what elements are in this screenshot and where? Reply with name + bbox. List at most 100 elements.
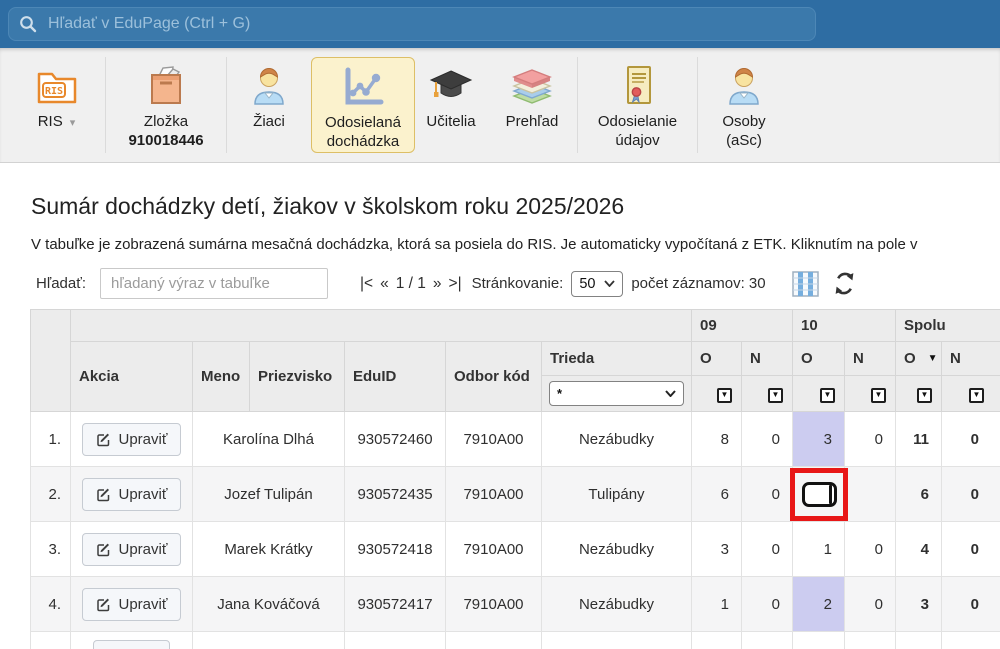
cell-name[interactable]: Karolína Dlhá [193, 412, 345, 467]
edit-button[interactable]: Upraviť [82, 533, 182, 566]
filter-cell-spolu-n: ▼ [942, 376, 1000, 412]
column-header-spolu-o[interactable]: O▼ [896, 342, 942, 376]
table-search-input[interactable] [100, 268, 328, 299]
edit-button[interactable]: Upraviť [82, 423, 182, 456]
table-row: 4. Upraviť Jana Kováčová 930572417 7910A… [31, 577, 1000, 632]
toolbar-label-odosielanie: Odosielanie [598, 113, 677, 130]
cell-10-n[interactable] [845, 467, 896, 522]
table-row-partial: Upraviť [31, 632, 1000, 649]
cell-eduid: 930572460 [345, 412, 446, 467]
toolbar-item-odosielanie-udajov[interactable]: Odosielanie údajov [578, 57, 697, 153]
trieda-filter-cell: * [542, 376, 692, 412]
edit-button[interactable]: Upraviť [93, 640, 170, 649]
column-header-09-o[interactable]: O [692, 342, 742, 376]
column-header-10-o[interactable]: O [793, 342, 845, 376]
filter-dropdown-icon[interactable]: ▼ [717, 388, 732, 403]
edit-button[interactable]: Upraviť [82, 588, 182, 621]
edit-icon [96, 432, 111, 447]
pager-first-button[interactable]: |< [360, 275, 373, 293]
pager-prev-button[interactable]: « [380, 275, 389, 293]
column-header-10-n[interactable]: N [845, 342, 896, 376]
column-header-09-n[interactable]: N [742, 342, 793, 376]
cell-name[interactable]: Jozef Tulipán [193, 467, 345, 522]
annotation-highlight-box [790, 468, 848, 521]
cell-spolu-o: 6 [896, 467, 942, 522]
toolbar-item-ris[interactable]: RIS RIS▾ [8, 57, 105, 153]
toolbar-item-zlozka[interactable]: Zložka 910018446 [106, 57, 226, 153]
cell-10-o[interactable]: 3 [793, 412, 845, 467]
cell-odbor: 7910A00 [446, 522, 542, 577]
filter-dropdown-icon[interactable]: ▼ [969, 388, 984, 403]
pager-next-button[interactable]: » [433, 275, 442, 293]
cell-trieda: Nezábudky [542, 577, 692, 632]
toolbar-item-ziaci[interactable]: Žiaci [227, 57, 311, 153]
toolbar: RIS RIS▾ Zložka 910018446 [0, 48, 1000, 163]
cell-trieda: Tulipány [542, 467, 692, 522]
empty-input-widget[interactable] [802, 482, 837, 507]
cell-10-o[interactable]: 2 [793, 577, 845, 632]
column-header-priezvisko: Priezvisko [250, 342, 345, 412]
toolbar-label-zlozka-id: 910018446 [128, 132, 203, 149]
cell-09-n[interactable]: 0 [742, 412, 793, 467]
cell-trieda: Nezábudky [542, 522, 692, 577]
student-person-icon [252, 60, 286, 112]
svg-text:RIS: RIS [44, 86, 62, 97]
toolbar-item-osoby-asc[interactable]: Osoby (aSc) [698, 57, 790, 153]
sort-desc-icon: ▼ [928, 353, 938, 364]
column-header-trieda: Trieda [542, 342, 692, 376]
cell-name[interactable]: Marek Krátky [193, 522, 345, 577]
column-header-akcia: Akcia [71, 342, 193, 412]
toolbar-label-osoby: Osoby [722, 113, 765, 130]
global-search[interactable] [8, 7, 816, 41]
toolbar-item-odosielana-dochadzka[interactable]: Odosielaná dochádzka [311, 57, 415, 153]
toolbar-label-asc: (aSc) [726, 132, 762, 149]
cell-eduid: 930572435 [345, 467, 446, 522]
page-size-value: 50 [579, 276, 595, 292]
filter-dropdown-icon[interactable]: ▼ [820, 388, 835, 403]
cell-spolu-n: 0 [942, 522, 1000, 577]
cell-09-o[interactable]: 8 [692, 412, 742, 467]
row-number: 2. [31, 467, 71, 522]
cell-10-o-annotated[interactable] [793, 467, 845, 522]
table-controls: Hľadať: |< « 1 / 1 » >| Stránkovanie: 50… [36, 268, 1000, 299]
edit-button[interactable]: Upraviť [82, 478, 182, 511]
cell-spolu-n: 0 [942, 412, 1000, 467]
header-spacer [71, 310, 692, 342]
toolbar-label-ucitelia: Učitelia [426, 113, 475, 130]
cell-09-n[interactable]: 0 [742, 467, 793, 522]
page-size-select[interactable]: 50 [571, 271, 623, 297]
filter-dropdown-icon[interactable]: ▼ [768, 388, 783, 403]
filter-cell-09-n: ▼ [742, 376, 793, 412]
filter-dropdown-icon[interactable]: ▼ [917, 388, 932, 403]
pager-last-button[interactable]: >| [449, 275, 462, 293]
column-header-meno: Meno [193, 342, 250, 412]
layers-icon [509, 60, 555, 112]
cell-09-n[interactable]: 0 [742, 577, 793, 632]
month-group-10: 10 [793, 310, 896, 342]
toolbar-item-ucitelia[interactable]: Učitelia [415, 57, 487, 153]
cell-name[interactable]: Jana Kováčová [193, 577, 345, 632]
trieda-filter-select[interactable]: * [549, 381, 684, 406]
columns-settings-icon[interactable] [792, 270, 819, 298]
table-row: 2. Upraviť Jozef Tulipán 930572435 7910A… [31, 467, 1000, 522]
cell-eduid: 930572417 [345, 577, 446, 632]
global-search-input[interactable] [48, 15, 805, 33]
cell-09-o[interactable]: 1 [692, 577, 742, 632]
cell-09-n[interactable]: 0 [742, 522, 793, 577]
cell-10-o[interactable]: 1 [793, 522, 845, 577]
cell-10-n[interactable]: 0 [845, 412, 896, 467]
chevron-down-icon: ▾ [70, 117, 76, 129]
column-header-spolu-n[interactable]: N [942, 342, 1000, 376]
graduation-cap-icon [427, 60, 475, 112]
trieda-filter-value: * [557, 386, 562, 401]
cell-10-n[interactable]: 0 [845, 577, 896, 632]
cell-09-o[interactable]: 6 [692, 467, 742, 522]
attendance-chart-icon [340, 61, 386, 113]
filter-cell-10-n: ▼ [845, 376, 896, 412]
group-spolu: Spolu [896, 310, 1000, 342]
filter-dropdown-icon[interactable]: ▼ [871, 388, 886, 403]
cell-09-o[interactable]: 3 [692, 522, 742, 577]
toolbar-item-prehlad[interactable]: Prehľad [487, 57, 577, 153]
refresh-icon[interactable] [832, 271, 857, 296]
cell-10-n[interactable]: 0 [845, 522, 896, 577]
